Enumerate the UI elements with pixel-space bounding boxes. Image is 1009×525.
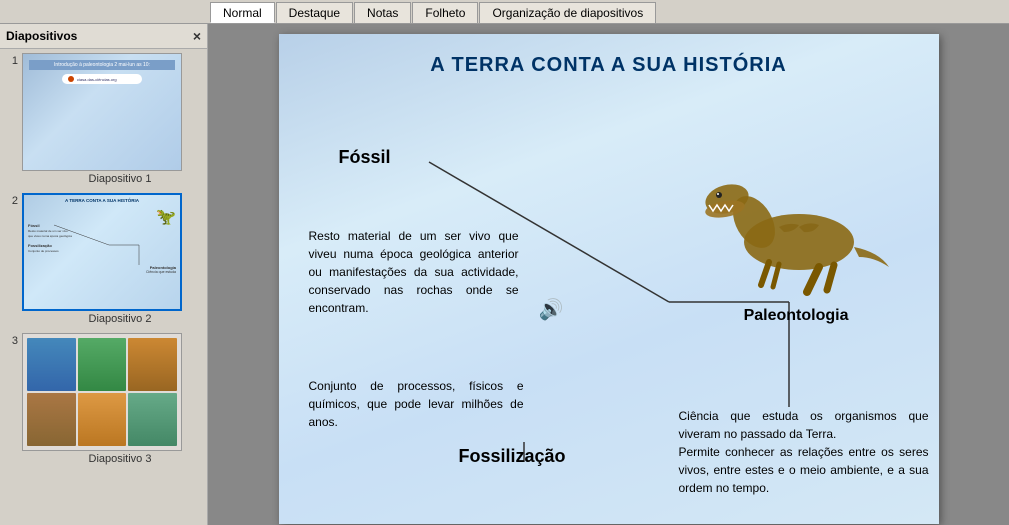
tab-organizacao[interactable]: Organização de diapositivos [479, 2, 656, 23]
tab-folheto[interactable]: Folheto [412, 2, 478, 23]
slide-number-2: 2 [4, 195, 18, 207]
slides-list: 1 Introdução à paleontologia 2 mai-lun a… [0, 49, 207, 525]
thumb1-content: Introdução à paleontologia 2 mai-lun as … [23, 54, 181, 94]
sidebar-close-button[interactable]: × [193, 28, 201, 44]
slide-1-thumbnail[interactable]: Introdução à paleontologia 2 mai-lun as … [22, 53, 182, 171]
list-item[interactable]: 1 Introdução à paleontologia 2 mai-lun a… [4, 53, 203, 185]
fossil-text: Resto material de um ser vivo que viveu … [309, 227, 519, 317]
slide-canvas: A TERRA CONTA A SUA HISTÓRIA Fóssil [279, 34, 939, 524]
paleontologia-label: Paleontologia [744, 307, 849, 325]
list-item[interactable]: 3 Diapositivo 3 [4, 333, 203, 465]
sidebar-title: Diapositivos [6, 29, 77, 43]
fossilizacao-text: Conjunto de processos, físicos e químico… [309, 377, 524, 431]
fossilizacao-label: Fossilização [459, 446, 566, 467]
slide-number-1: 1 [4, 55, 18, 67]
fossil-label: Fóssil [339, 147, 391, 168]
slide-3-label: Diapositivo 3 [40, 453, 200, 465]
tab-destaque[interactable]: Destaque [276, 2, 353, 23]
slide-2-wrapper: A TERRA CONTA A SUA HISTÓRIA 🦖 Fóssil Re… [22, 193, 200, 325]
slide-2-label: Diapositivo 2 [40, 313, 200, 325]
slide-3-thumbnail[interactable] [22, 333, 182, 451]
thumb3-cell-3 [128, 338, 177, 391]
thumb1-logo-area: ciasa.das-ciências.org [62, 74, 142, 84]
thumb2-title: A TERRA CONTA A SUA HISTÓRIA [24, 195, 180, 204]
thumb3-cell-2 [78, 338, 127, 391]
thumb2-text-block: Fóssil Resto material de um ser vivo que… [28, 223, 113, 253]
slide-view-area: A TERRA CONTA A SUA HISTÓRIA Fóssil [208, 24, 1009, 525]
tab-normal[interactable]: Normal [210, 2, 275, 23]
slide-2-thumbnail[interactable]: A TERRA CONTA A SUA HISTÓRIA 🦖 Fóssil Re… [22, 193, 182, 311]
speaker-icon: 🔊 [539, 297, 564, 322]
slides-panel: Diapositivos × 1 Introdução à paleontolo… [0, 24, 208, 525]
dinosaur-image [689, 167, 889, 297]
sidebar-header: Diapositivos × [0, 24, 207, 49]
paleontologia-text: Ciência que estuda os organismos que viv… [679, 407, 929, 497]
main-area: Diapositivos × 1 Introdução à paleontolo… [0, 24, 1009, 525]
thumb3-cell-5 [78, 393, 127, 446]
slide-1-label: Diapositivo 1 [40, 173, 200, 185]
thumb3-cell-6 [128, 393, 177, 446]
thumb3-cell-4 [27, 393, 76, 446]
slide-1-wrapper: Introdução à paleontologia 2 mai-lun as … [22, 53, 200, 185]
slide-diagram: Fóssil Resto material de um ser vivo que… [279, 87, 939, 507]
thumb3-grid [23, 334, 181, 450]
thumb2-dino-icon: 🦖 [156, 207, 176, 227]
logo-text: ciasa.das-ciências.org [77, 77, 117, 82]
slide-title: A TERRA CONTA A SUA HISTÓRIA [279, 34, 939, 77]
logo-dot [68, 76, 74, 82]
dino-svg [689, 167, 889, 297]
thumb2-paleo-text: Paleontologia Ciência que estuda [116, 265, 176, 274]
thumb1-title-bar: Introdução à paleontologia 2 mai-lun as … [29, 60, 175, 70]
list-item[interactable]: 2 A TERRA CONTA A SUA HISTÓRIA 🦖 Fóssil … [4, 193, 203, 325]
tab-bar: Normal Destaque Notas Folheto Organizaçã… [0, 0, 1009, 24]
slide-3-wrapper: Diapositivo 3 [22, 333, 200, 465]
slide-number-3: 3 [4, 335, 18, 347]
tab-notas[interactable]: Notas [354, 2, 411, 23]
thumb3-cell-1 [27, 338, 76, 391]
